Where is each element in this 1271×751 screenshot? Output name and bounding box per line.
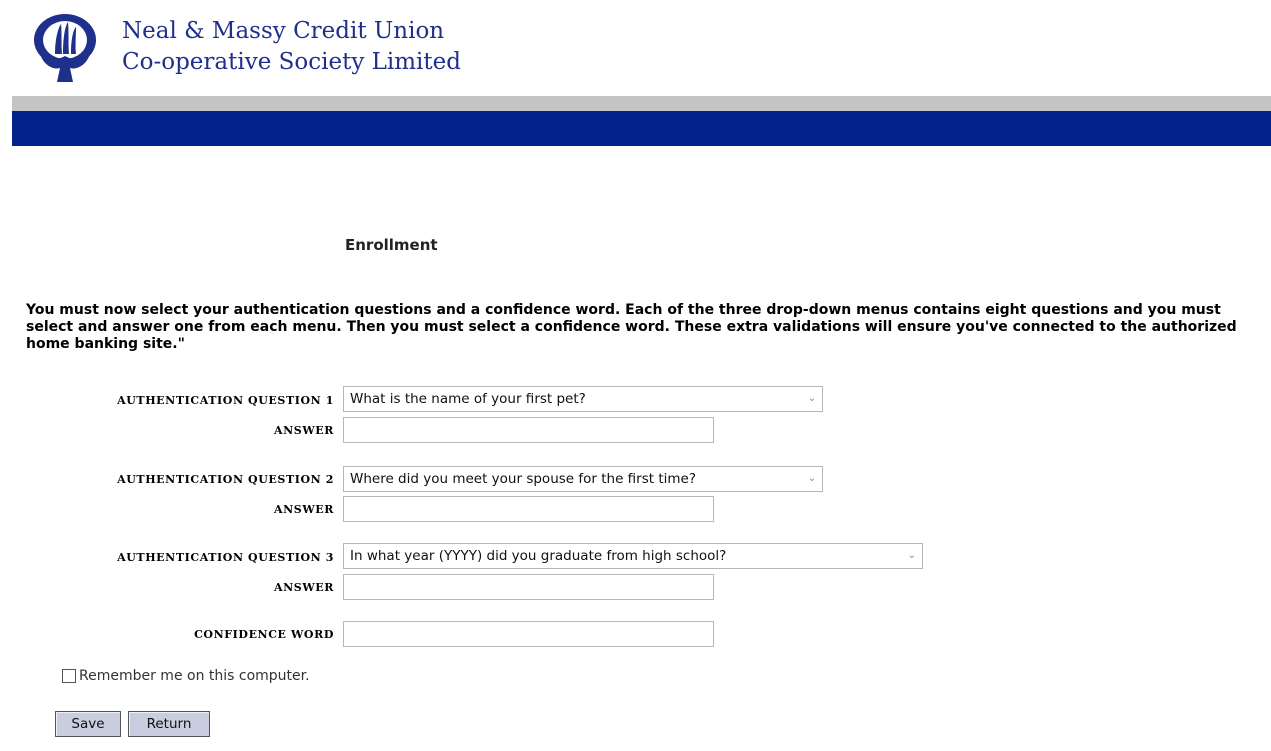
answer-2-label: ANSWER (273, 503, 334, 516)
header: Neal & Massy Credit Union Co-operative S… (0, 0, 1271, 95)
question-2-selected-value: Where did you meet your spouse for the f… (350, 471, 697, 487)
return-button[interactable]: Return (128, 711, 210, 737)
chevron-down-icon: ⌄ (807, 473, 816, 484)
remember-me-checkbox[interactable] (62, 669, 76, 683)
org-name-line2: Co-operative Society Limited (122, 49, 461, 75)
confidence-word-label: CONFIDENCE WORD (194, 628, 334, 641)
question-2-label: AUTHENTICATION QUESTION 2 (117, 473, 334, 486)
answer-1-label: ANSWER (273, 424, 334, 437)
chevron-down-icon: ⌄ (907, 550, 916, 561)
chevron-down-icon: ⌄ (807, 393, 816, 404)
question-3-selected-value: In what year (YYYY) did you graduate fro… (350, 548, 727, 564)
remember-me: Remember me on this computer. (62, 668, 310, 684)
question-1-select[interactable]: What is the name of your first pet? ⌄ (343, 386, 823, 412)
page-title: Enrollment (345, 236, 438, 254)
question-2-select[interactable]: Where did you meet your spouse for the f… (343, 466, 823, 492)
question-1-selected-value: What is the name of your first pet? (350, 391, 586, 407)
answer-3-label: ANSWER (273, 581, 334, 594)
org-name-line1: Neal & Massy Credit Union (122, 18, 445, 44)
header-gray-bar (12, 96, 1271, 111)
confidence-word-input[interactable] (343, 621, 714, 647)
header-blue-bar (12, 111, 1271, 146)
organization-name: Neal & Massy Credit Union Co-operative S… (122, 16, 461, 78)
credit-union-logo-icon (34, 14, 96, 82)
question-1-label: AUTHENTICATION QUESTION 1 (117, 394, 334, 407)
answer-2-input[interactable] (343, 496, 714, 522)
remember-me-label[interactable]: Remember me on this computer. (79, 668, 310, 684)
save-button[interactable]: Save (55, 711, 121, 737)
answer-3-input[interactable] (343, 574, 714, 600)
question-3-label: AUTHENTICATION QUESTION 3 (117, 551, 334, 564)
instructions-text: You must now select your authentication … (26, 302, 1237, 352)
answer-1-input[interactable] (343, 417, 714, 443)
question-3-select[interactable]: In what year (YYYY) did you graduate fro… (343, 543, 923, 569)
